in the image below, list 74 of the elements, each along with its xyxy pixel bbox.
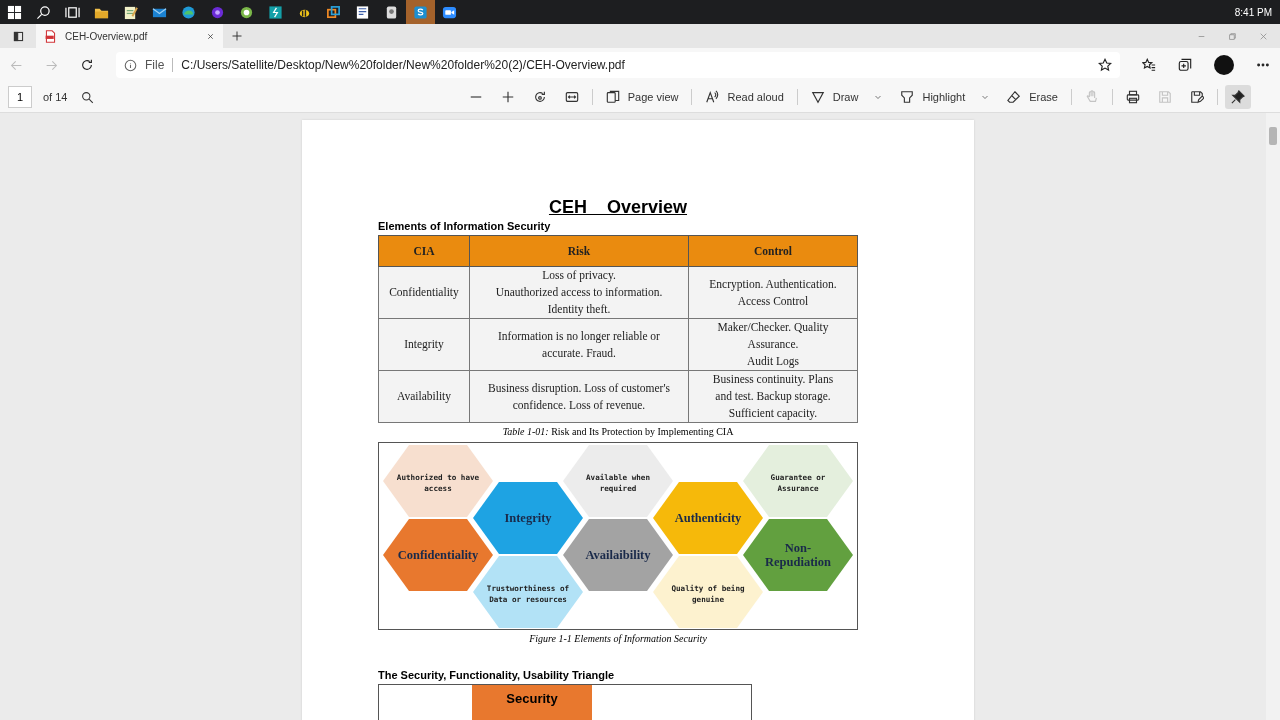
task-view-icon — [65, 4, 80, 20]
hexagon-label: Availaibility — [585, 548, 651, 562]
security-label: Security — [472, 685, 592, 720]
column-header: Risk — [469, 235, 689, 267]
highlighter-icon — [900, 90, 915, 104]
disc-icon — [210, 4, 225, 20]
search-icon — [36, 4, 51, 20]
clock-time: 8:41 PM — [1234, 6, 1273, 18]
page-view-button[interactable]: Page view — [599, 85, 685, 109]
table-cell: Maker/Checker. Quality Assurance. Audit Logs — [688, 318, 858, 371]
refresh-icon[interactable] — [80, 58, 94, 72]
table-cell: Business continuity. Plans and test. Backup storage. Sufficient capacity. — [688, 370, 858, 423]
save-icon — [1158, 90, 1172, 104]
table-cell: Loss of privacy. Unauthorized access to information. Identity theft. — [469, 266, 689, 319]
column-header: Control — [688, 235, 858, 267]
hexagon-label: Confidentiality — [397, 548, 479, 562]
column-header: CIA — [378, 235, 470, 267]
close-icon[interactable] — [206, 31, 215, 41]
page-view-icon — [605, 90, 620, 104]
section-heading: Elements of Information Security — [378, 220, 552, 232]
table-cell: Information is no longer reliable or accurate. Fraud. — [469, 318, 689, 371]
fit-width-icon — [564, 90, 579, 104]
bolt-icon — [268, 4, 283, 20]
pin-button[interactable] — [1225, 85, 1251, 109]
new-tab-icon[interactable] — [231, 30, 243, 42]
draw-button[interactable]: Draw — [804, 85, 889, 109]
page-number-field[interactable]: 1 — [8, 86, 32, 108]
search-icon[interactable] — [81, 90, 95, 104]
pen-icon — [810, 90, 825, 104]
windows-logo-icon — [7, 4, 22, 20]
hand-icon — [1085, 90, 1099, 104]
hexagon-label: Non- Repudiation — [765, 541, 831, 569]
table-cell: Confidentiality — [378, 266, 470, 319]
eraser-icon — [1007, 90, 1022, 104]
s-logo-icon — [413, 4, 428, 20]
section-heading: The Security, Functionality, Usability Triangle — [378, 669, 616, 681]
tab-actions-icon[interactable] — [11, 29, 25, 43]
table-cell: Integrity — [378, 318, 470, 371]
save-as-icon — [1190, 90, 1204, 104]
notepad-icon — [123, 4, 138, 20]
favorites-icon[interactable] — [1142, 58, 1156, 72]
table-cell: Availability — [378, 370, 470, 423]
scrollbar-thumb[interactable] — [1269, 127, 1277, 145]
zoom-in-icon — [500, 90, 515, 104]
browser-tab[interactable]: CEH-Overview.pdf — [36, 24, 223, 48]
pdf-file-icon — [44, 29, 57, 43]
browser-icon — [181, 4, 196, 20]
page-count: of 14 — [43, 91, 68, 103]
address-field[interactable]: File C:/Users/Satellite/Desktop/New%20folder/New%20folder%20(2)/CEH-Overview.pdf — [116, 52, 1120, 78]
info-icon — [124, 58, 137, 72]
profile-avatar[interactable] — [1214, 55, 1234, 75]
table-caption: Table 1-01: Risk and Its Protection by Implementing CIA — [501, 426, 735, 437]
highlight-button[interactable]: Highlight — [894, 85, 996, 109]
pin-icon — [1231, 90, 1245, 104]
erase-button[interactable]: Erase — [1001, 85, 1064, 109]
overlapping-squares-icon — [326, 4, 341, 20]
favorite-star-icon[interactable] — [1098, 58, 1112, 72]
rotate-icon — [532, 90, 547, 104]
read-aloud-icon — [705, 90, 720, 104]
hexagon-label: Authenticity — [674, 511, 742, 525]
table-cell: Encryption. Authentication. Access Control — [688, 266, 858, 319]
collections-icon[interactable] — [1178, 58, 1192, 72]
document-icon — [355, 4, 370, 20]
hexagon-label: Integrity — [504, 511, 552, 525]
scrollbar[interactable] — [1266, 113, 1280, 720]
print-icon — [1126, 90, 1140, 104]
figure-caption: Figure 1-1 Elements of Information Security — [528, 633, 708, 644]
document-title: CEH _ Overview — [547, 197, 689, 218]
table-cell: Business disruption. Loss of customer's confidence. Loss of revenue. — [469, 370, 689, 423]
drive-icon — [384, 4, 399, 20]
video-camera-icon — [442, 4, 457, 20]
read-aloud-button[interactable]: Read aloud — [699, 85, 790, 109]
ring-icon — [239, 4, 254, 20]
tab-title: CEH-Overview.pdf — [65, 30, 149, 42]
